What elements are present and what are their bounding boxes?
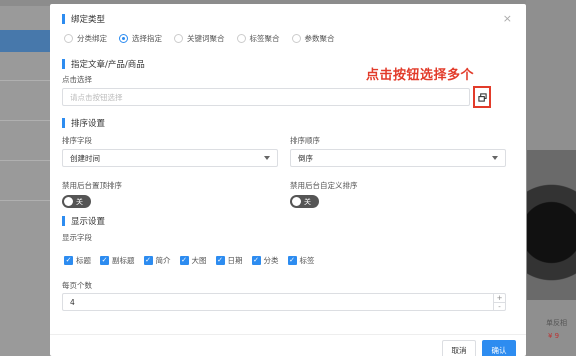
background-divider: [0, 200, 50, 201]
per-page-label: 每页个数: [62, 281, 92, 290]
checkbox-date[interactable]: ✓ 日期: [215, 255, 243, 266]
radio-label: 参数聚合: [304, 34, 335, 43]
checkbox-label: 分类: [263, 256, 279, 265]
increment-icon[interactable]: +: [494, 294, 505, 303]
checkbox-summary[interactable]: ✓ 简介: [143, 255, 171, 266]
copy-window-icon: [477, 92, 487, 102]
checkbox-category[interactable]: ✓ 分类: [251, 255, 279, 266]
number-stepper: + -: [493, 294, 505, 311]
toggle-state-text: 关: [76, 197, 83, 206]
background-product-name: 单反相: [546, 319, 567, 327]
checkbox-title[interactable]: ✓ 标题: [64, 255, 91, 266]
disable-top-sort-toggle[interactable]: 关: [62, 195, 91, 208]
display-fields-label: 显示字段: [62, 233, 92, 242]
radio-label: 选择指定: [132, 34, 162, 43]
check-icon[interactable]: ✓: [100, 256, 109, 265]
toggle-knob: [292, 197, 301, 206]
checkbox-tag[interactable]: ✓ 标签: [287, 255, 315, 266]
background-divider: [0, 160, 50, 161]
background-product-image: [527, 150, 576, 300]
section-title-text: 绑定类型: [71, 15, 106, 25]
checkbox-label: 日期: [227, 256, 243, 265]
background-divider: [0, 80, 50, 81]
radio-param-aggregate[interactable]: 参数聚合: [291, 33, 335, 44]
placeholder-text: 请点击按钮选择: [70, 92, 123, 102]
check-icon[interactable]: ✓: [287, 256, 297, 265]
checkbox-label: 简介: [155, 256, 171, 265]
background-product-price: ¥ 9: [548, 332, 560, 340]
decrement-icon[interactable]: -: [494, 303, 505, 311]
section-accent-bar: [62, 216, 65, 226]
checkbox-label: 大图: [191, 256, 207, 265]
background-active-nav: [0, 30, 50, 52]
disable-top-sort-label: 禁用后台置顶排序: [62, 181, 122, 190]
section-title-specify: 指定文章/产品/商品: [62, 58, 145, 70]
radio-category-bind[interactable]: 分类绑定: [64, 33, 107, 44]
checkbox-label: 标签: [299, 256, 315, 265]
toggle-knob: [64, 197, 73, 206]
bind-type-radio-group: 分类绑定 选择指定 关键词聚合 标签聚合 参数聚合: [64, 33, 335, 44]
check-icon[interactable]: ✓: [251, 256, 261, 265]
cancel-button[interactable]: 取消: [442, 340, 476, 356]
checkbox-label: 副标题: [112, 256, 135, 265]
bind-settings-modal: × 绑定类型 分类绑定 选择指定 关键词聚合 标签聚合 参数聚合 指定文章/产品…: [50, 4, 526, 356]
section-accent-bar: [62, 59, 65, 69]
selected-value: 倒序: [298, 153, 313, 163]
radio-circle[interactable]: [174, 34, 183, 43]
section-accent-bar: [62, 118, 65, 128]
section-title-display: 显示设置: [62, 215, 105, 227]
radio-label: 标签聚合: [249, 34, 280, 43]
close-icon[interactable]: ×: [503, 12, 512, 25]
radio-keyword-aggregate[interactable]: 关键词聚合: [174, 33, 225, 44]
sort-field-label: 排序字段: [62, 136, 92, 145]
radio-circle-checked[interactable]: [119, 34, 128, 43]
click-select-label: 点击选择: [62, 75, 92, 84]
check-icon[interactable]: ✓: [215, 256, 225, 265]
section-accent-bar: [62, 14, 65, 24]
specify-select-input[interactable]: 请点击按钮选择: [62, 88, 470, 106]
number-value: 4: [70, 297, 75, 307]
radio-label: 关键词聚合: [187, 34, 225, 43]
pick-items-button[interactable]: [473, 86, 491, 108]
checkbox-large-image[interactable]: ✓ 大图: [179, 255, 207, 266]
background-divider: [0, 120, 50, 121]
disable-custom-sort-label: 禁用后台自定义排序: [290, 181, 358, 190]
checkbox-subtitle[interactable]: ✓ 副标题: [100, 255, 135, 266]
disable-custom-sort-toggle[interactable]: 关: [290, 195, 319, 208]
chevron-down-icon: [492, 156, 498, 160]
display-fields-checkbox-group: ✓ 标题 ✓ 副标题 ✓ 简介 ✓ 大图 ✓ 日期 ✓ 分类 ✓ 标签: [64, 255, 315, 266]
check-icon[interactable]: ✓: [143, 256, 153, 265]
section-title-sort: 排序设置: [62, 117, 105, 129]
annotation-callout: 点击按钮选择多个: [366, 68, 475, 83]
confirm-button[interactable]: 确认: [482, 340, 516, 356]
checkbox-label: 标题: [76, 256, 91, 265]
sort-order-select[interactable]: 倒序: [290, 149, 506, 167]
radio-circle[interactable]: [291, 34, 301, 43]
toggle-state-text: 关: [304, 197, 311, 206]
sort-order-label: 排序顺序: [290, 136, 320, 145]
radio-circle[interactable]: [64, 34, 73, 43]
footer-divider: [50, 334, 526, 335]
per-page-number-input[interactable]: 4 + -: [62, 293, 506, 311]
section-title-text: 排序设置: [71, 119, 106, 129]
radio-specify-select[interactable]: 选择指定: [119, 33, 162, 44]
radio-label: 分类绑定: [77, 34, 107, 43]
section-title-text: 显示设置: [71, 217, 106, 227]
section-title-bind-type: 绑定类型: [62, 13, 105, 25]
radio-tag-aggregate[interactable]: 标签聚合: [236, 33, 280, 44]
check-icon[interactable]: ✓: [64, 256, 73, 265]
sort-field-select[interactable]: 创建时间: [62, 149, 278, 167]
check-icon[interactable]: ✓: [179, 256, 189, 265]
selected-value: 创建时间: [70, 153, 100, 163]
radio-circle[interactable]: [236, 34, 246, 43]
chevron-down-icon: [264, 156, 270, 160]
section-title-text: 指定文章/产品/商品: [71, 60, 145, 70]
